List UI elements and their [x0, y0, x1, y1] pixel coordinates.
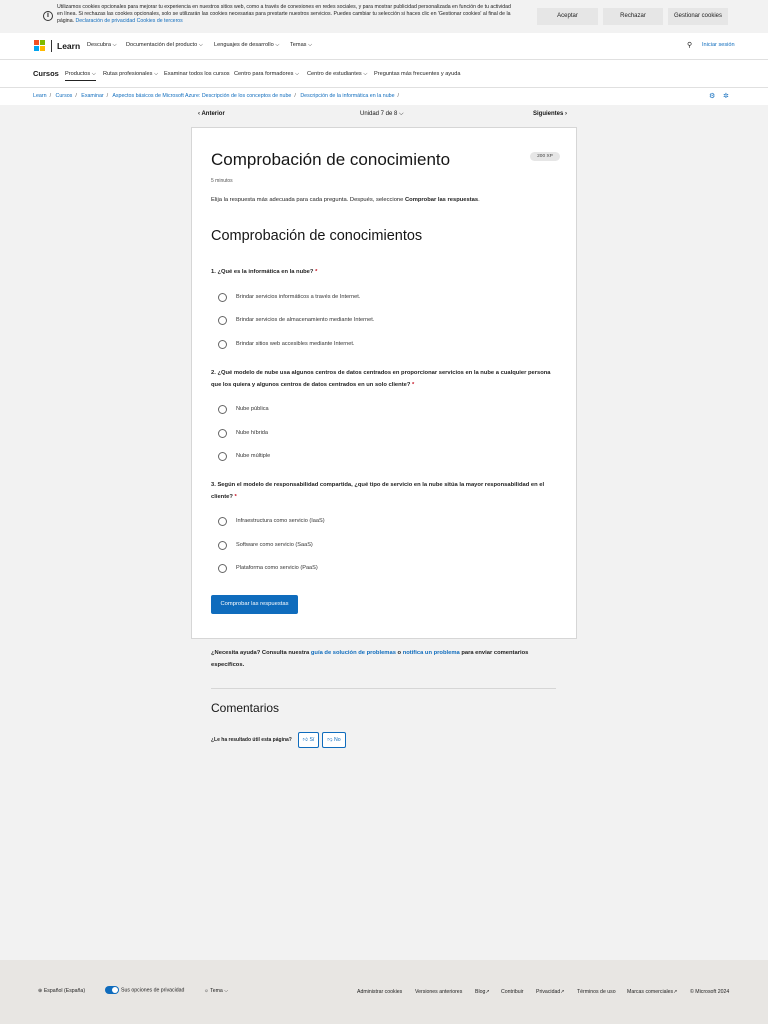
instructions: Elija la respuesta más adecuada para cad…: [211, 197, 480, 203]
courses-brand[interactable]: Cursos: [33, 69, 59, 78]
subnav-estudiantes[interactable]: Centro de estudiantes ⌵: [307, 71, 368, 78]
radio-button[interactable]: [218, 541, 227, 550]
copyright: © Microsoft 2024: [690, 989, 730, 995]
chevron-down-icon: ⌵: [224, 988, 229, 994]
breadcrumb-cursos[interactable]: Cursos: [56, 93, 73, 99]
chevron-right-icon: ›: [565, 111, 567, 117]
subnav-productos[interactable]: Productos ⌵: [65, 71, 96, 81]
section-title: Comprobación de conocimientos: [211, 228, 423, 244]
subnav-rutas[interactable]: Rutas profesionales ⌵: [103, 71, 158, 78]
question-3: 3. Según el modelo de responsabilidad co…: [211, 482, 545, 500]
subnav-formadores[interactable]: Centro para formadores ⌵: [234, 71, 299, 78]
privacy-statement-link[interactable]: Declaración de privacidad: [75, 18, 135, 24]
footer-link-manage-cookies[interactable]: Administrar cookies: [357, 989, 402, 995]
nav-lenguajes[interactable]: Lenguajes de desarrollo ⌵: [214, 42, 280, 49]
xp-badge: 200 XP: [530, 152, 560, 161]
chevron-down-icon: ⌵: [275, 42, 280, 48]
breadcrumb-unit[interactable]: Descripción de la informática en la nube: [300, 93, 394, 99]
sign-in-link[interactable]: Iniciar sesión: [702, 42, 735, 48]
radio-button[interactable]: [218, 340, 227, 349]
radio-button[interactable]: [218, 293, 227, 302]
sun-icon: ☼: [204, 988, 209, 994]
previous-unit-button[interactable]: ‹ Anterior: [198, 111, 225, 117]
feedback-title: Comentarios: [211, 701, 280, 715]
external-link-icon: ↗: [560, 989, 565, 995]
feedback-no-button[interactable]: 👎︎ No: [322, 732, 346, 748]
privacy-toggle-icon: [105, 986, 119, 994]
footer-link-privacy[interactable]: Privacidad↗: [536, 989, 565, 995]
unit-selector[interactable]: Unidad 7 de 8 ⌵: [360, 111, 404, 118]
chevron-down-icon: ⌵: [112, 42, 117, 48]
next-unit-button[interactable]: Siguientes ›: [533, 111, 567, 117]
chevron-down-icon: ⌵: [363, 71, 368, 77]
page-title: Comprobación de conocimiento: [211, 150, 451, 169]
help-text: ¿Necesita ayuda? Consulta nuestra guía d…: [211, 650, 529, 668]
chevron-left-icon: ‹: [198, 111, 200, 117]
radio-button[interactable]: [218, 429, 227, 438]
search-icon[interactable]: ⚲: [687, 41, 692, 49]
footer-link-blog[interactable]: Blog↗: [475, 989, 490, 995]
footer-link-contribute[interactable]: Contribuir: [501, 989, 524, 995]
breadcrumb-learn[interactable]: Learn: [33, 93, 47, 99]
cookie-text: Utilizamos cookies opcionales para mejor…: [57, 4, 511, 24]
feedback-yes-button[interactable]: 👍︎ Sí: [298, 732, 319, 748]
focus-mode-icon[interactable]: ✲: [723, 92, 729, 100]
breadcrumb-module[interactable]: Aspectos básicos de Microsoft Azure: Des…: [112, 93, 291, 99]
subnav-faq[interactable]: Preguntas más frecuentes y ayuda: [374, 71, 460, 77]
microsoft-logo[interactable]: [34, 40, 45, 51]
third-party-cookies-link[interactable]: Cookies de terceros: [137, 18, 183, 24]
nav-documentacion[interactable]: Documentación del producto ⌵: [126, 42, 203, 49]
footer-link-previous-versions[interactable]: Versiones anteriores: [415, 989, 462, 995]
knowledge-check-card: Comprobación de conocimiento 200 XP 5 mi…: [191, 127, 577, 639]
chevron-down-icon: ⌵: [154, 71, 159, 77]
chevron-down-icon: ⌵: [91, 71, 96, 77]
question-2: 2. ¿Qué modelo de nube usa algunos centr…: [211, 370, 551, 388]
footer-link-trademarks[interactable]: Marcas comerciales↗: [627, 989, 677, 995]
nav-temas[interactable]: Temas ⌵: [290, 42, 312, 49]
breadcrumb-examinar[interactable]: Examinar: [81, 93, 103, 99]
external-link-icon: ↗: [485, 989, 490, 995]
check-answers-button[interactable]: Comprobar las respuestas: [211, 595, 298, 614]
manage-cookies-button[interactable]: Gestionar cookies: [668, 8, 728, 25]
feedback-question: ¿Le ha resultado útil esta página?: [211, 737, 292, 743]
report-problem-link[interactable]: notifica un problema: [403, 650, 460, 656]
radio-button[interactable]: [218, 405, 227, 414]
chevron-down-icon: ⌵: [399, 111, 404, 117]
info-icon: i: [43, 11, 53, 21]
chevron-down-icon: ⌵: [294, 71, 300, 77]
privacy-choices-link[interactable]: Sus opciones de privacidad: [105, 986, 184, 994]
question-1: 1. ¿Qué es la informática en la nube? *: [211, 269, 318, 275]
chevron-down-icon: ⌵: [308, 42, 313, 48]
subnav-examinar[interactable]: Examinar todos los cursos: [164, 71, 230, 77]
divider: [211, 688, 556, 689]
radio-button[interactable]: [218, 564, 227, 573]
radio-button[interactable]: [218, 517, 227, 526]
cookie-banner: i Utilizamos cookies opcionales para mej…: [0, 0, 768, 33]
duration-label: 5 minutos: [211, 178, 233, 184]
theme-selector[interactable]: ☼ Tema ⌵: [204, 988, 228, 995]
external-link-icon: ↗: [673, 989, 678, 995]
language-selector[interactable]: ⊕ Español (España): [38, 988, 85, 994]
courses-navigation: Cursos Productos ⌵ Rutas profesionales ⌵…: [0, 60, 768, 88]
footer: ⊕ Español (España) Sus opciones de priva…: [0, 960, 768, 1024]
accept-cookies-button[interactable]: Aceptar: [537, 8, 598, 25]
thumbs-down-icon: 👎︎: [327, 737, 333, 743]
chevron-down-icon: ⌵: [198, 42, 204, 48]
breadcrumb: Learn / Cursos / Examinar / Aspectos básico…: [0, 88, 768, 105]
learn-brand[interactable]: Learn: [57, 41, 80, 51]
thumbs-up-icon: 👍︎: [302, 737, 309, 743]
nav-descubra[interactable]: Descubra ⌵: [87, 42, 117, 49]
settings-icon[interactable]: ⚙: [709, 92, 715, 100]
radio-button[interactable]: [218, 452, 227, 461]
unit-navigation: ‹ Anterior Unidad 7 de 8 ⌵ Siguientes ›: [198, 110, 570, 122]
reject-cookies-button[interactable]: Rechazar: [603, 8, 663, 25]
divider: [51, 40, 52, 52]
globe-icon: ⊕: [38, 988, 43, 994]
top-navigation: Learn Descubra ⌵ Documentación del produ…: [0, 33, 768, 60]
troubleshooting-guide-link[interactable]: guía de solución de problemas: [311, 650, 396, 656]
footer-link-terms[interactable]: Términos de uso: [577, 989, 616, 995]
radio-button[interactable]: [218, 316, 227, 325]
